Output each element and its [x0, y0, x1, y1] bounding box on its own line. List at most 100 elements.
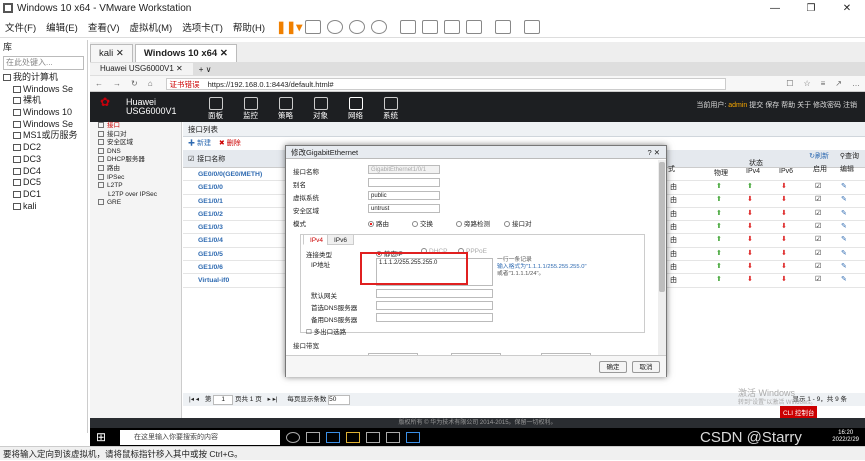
- edge-icon[interactable]: [326, 431, 340, 443]
- user-actions[interactable]: 提交 保存 帮助 关于 修改密码 注销: [749, 102, 857, 109]
- sidebar-item-gre[interactable]: GRE: [90, 199, 181, 208]
- enable-checkbox[interactable]: ☑: [815, 249, 821, 257]
- nav-policy[interactable]: 策略: [268, 95, 303, 121]
- vsys-select[interactable]: public: [368, 191, 440, 200]
- menu-vm[interactable]: 虚拟机(M): [124, 20, 177, 34]
- dialog-scrollbar[interactable]: [658, 160, 666, 355]
- url-input[interactable]: 证书错误 https://192.168.0.1:8443/default.ht…: [165, 77, 726, 90]
- maximize-button[interactable]: ❐: [793, 3, 829, 14]
- explorer-icon[interactable]: [346, 431, 360, 443]
- back-icon[interactable]: ←: [95, 79, 103, 88]
- task-switch-icon[interactable]: [306, 431, 320, 443]
- sidebar-item-ipsec[interactable]: IPSec: [90, 173, 181, 183]
- fullscreen-icon[interactable]: [444, 19, 461, 34]
- nav-monitor[interactable]: 监控: [233, 95, 268, 121]
- app-icon[interactable]: [406, 431, 420, 443]
- tree-item-vm[interactable]: DC5: [3, 177, 87, 189]
- cancel-button[interactable]: 取消: [632, 361, 660, 373]
- mode-radio-bypass[interactable]: 旁路检测: [456, 218, 490, 228]
- edit-icon[interactable]: ✎: [841, 249, 847, 257]
- menu-edit[interactable]: 编辑(E): [41, 20, 83, 34]
- page-input[interactable]: 1: [213, 395, 234, 405]
- send-keys-icon[interactable]: [305, 19, 322, 34]
- library-view-icon[interactable]: [400, 19, 417, 34]
- tree-item-vm[interactable]: Windows Se: [3, 119, 87, 131]
- tree-item-vm[interactable]: 裸机: [3, 95, 87, 107]
- scroll-thumb[interactable]: [659, 162, 665, 292]
- thumbnail-view-icon[interactable]: [422, 19, 439, 34]
- tree-item-vm[interactable]: DC4: [3, 166, 87, 178]
- per-page-select[interactable]: 50: [328, 395, 351, 405]
- dns2-field[interactable]: [376, 313, 493, 322]
- enable-checkbox[interactable]: ☑: [815, 209, 821, 217]
- cert-warning[interactable]: 证书错误: [170, 80, 200, 89]
- tree-item-vm[interactable]: Windows 10: [3, 107, 87, 119]
- first-page-icon[interactable]: |◂ ◂: [189, 396, 199, 403]
- clock[interactable]: 16:20 2022/2/29: [832, 430, 859, 444]
- refresh-icon[interactable]: ↻: [131, 79, 138, 88]
- edit-icon[interactable]: ✎: [841, 182, 847, 190]
- home-icon[interactable]: ⌂: [148, 79, 153, 88]
- nav-dashboard[interactable]: 面板: [198, 95, 233, 121]
- sidebar-item-l2tp-ipsec[interactable]: L2TP over IPSec: [90, 191, 181, 200]
- reading-view-icon[interactable]: ☐: [786, 79, 793, 88]
- sidebar-item-dhcp[interactable]: DHCP服务器: [90, 156, 181, 165]
- library-search-input[interactable]: 在此处键入...: [3, 56, 84, 70]
- console-icon[interactable]: [495, 19, 512, 34]
- edit-icon[interactable]: ✎: [841, 209, 847, 217]
- tab-ipv6[interactable]: IPv6: [327, 234, 355, 245]
- vm-tab-windows10[interactable]: Windows 10 x64 ✕: [134, 44, 237, 62]
- next-page-icon[interactable]: ▸ ▸|: [268, 396, 278, 403]
- select-all-checkbox[interactable]: ☑: [188, 155, 194, 163]
- task-view-icon[interactable]: [286, 431, 300, 443]
- mode-radio-pair[interactable]: 接口对: [504, 218, 532, 228]
- snapshot-manager-icon[interactable]: [371, 19, 388, 34]
- minimize-button[interactable]: —: [757, 3, 793, 14]
- add-button[interactable]: ✚ 新建: [188, 140, 211, 147]
- menu-file[interactable]: 文件(F): [0, 20, 41, 34]
- taskbar-search[interactable]: 在这里输入你要搜索的内容: [120, 429, 280, 445]
- tree-item-vm[interactable]: DC1: [3, 189, 87, 201]
- alias-field[interactable]: [368, 178, 440, 187]
- unity-icon[interactable]: [466, 19, 483, 34]
- cli-console-button[interactable]: CLI 控制台: [780, 406, 818, 418]
- stretch-icon[interactable]: [524, 19, 541, 34]
- nav-system[interactable]: 系统: [373, 95, 408, 121]
- menu-help[interactable]: 帮助(H): [228, 20, 270, 34]
- share-icon[interactable]: ↗: [835, 79, 842, 88]
- tab-ipv4[interactable]: IPv4: [303, 234, 331, 245]
- store-icon[interactable]: [366, 431, 380, 443]
- sidebar-item-interface[interactable]: 接口: [90, 122, 181, 131]
- tree-item-vm[interactable]: kali: [3, 201, 87, 213]
- pause-icon[interactable]: ❚❚▾: [276, 20, 302, 34]
- edit-icon[interactable]: ✎: [841, 275, 847, 283]
- gateway-field[interactable]: [376, 289, 493, 298]
- revert-snapshot-icon[interactable]: [349, 19, 366, 34]
- search-button[interactable]: ⚲查询: [840, 150, 859, 163]
- edit-icon[interactable]: ✎: [841, 195, 847, 203]
- tree-item-vm[interactable]: Windows Se: [3, 84, 87, 96]
- vm-tab-kali[interactable]: kali ✕: [90, 44, 133, 62]
- hub-icon[interactable]: ≡: [821, 79, 826, 88]
- sidebar-item-route[interactable]: 路由: [90, 164, 181, 174]
- menu-view[interactable]: 查看(V): [83, 20, 125, 34]
- favorite-icon[interactable]: ☆: [803, 79, 810, 88]
- mail-icon[interactable]: [386, 431, 400, 443]
- mode-radio-switch[interactable]: 交换: [412, 218, 433, 228]
- snapshot-icon[interactable]: [327, 19, 344, 34]
- multi-exit-checkbox[interactable]: ☐ 多出口选路: [306, 326, 346, 336]
- edit-icon[interactable]: ✎: [841, 222, 847, 230]
- refresh-button[interactable]: ↻刷新: [809, 150, 829, 163]
- windows-start-icon[interactable]: ⊞: [96, 430, 112, 444]
- delete-button[interactable]: ✖ 删除: [219, 140, 241, 147]
- tree-item-vm[interactable]: MS1或历服务: [3, 130, 87, 142]
- dns1-field[interactable]: [376, 301, 493, 310]
- more-icon[interactable]: …: [852, 79, 860, 88]
- enable-checkbox[interactable]: ☑: [815, 195, 821, 203]
- new-tab-icon[interactable]: + ∨: [199, 65, 212, 74]
- enable-checkbox[interactable]: ☑: [815, 222, 821, 230]
- nav-network[interactable]: 网络: [338, 95, 373, 121]
- mode-radio-route[interactable]: 路由: [368, 218, 389, 228]
- menu-tabs[interactable]: 选项卡(T): [177, 20, 228, 34]
- tree-item-vm[interactable]: DC2: [3, 142, 87, 154]
